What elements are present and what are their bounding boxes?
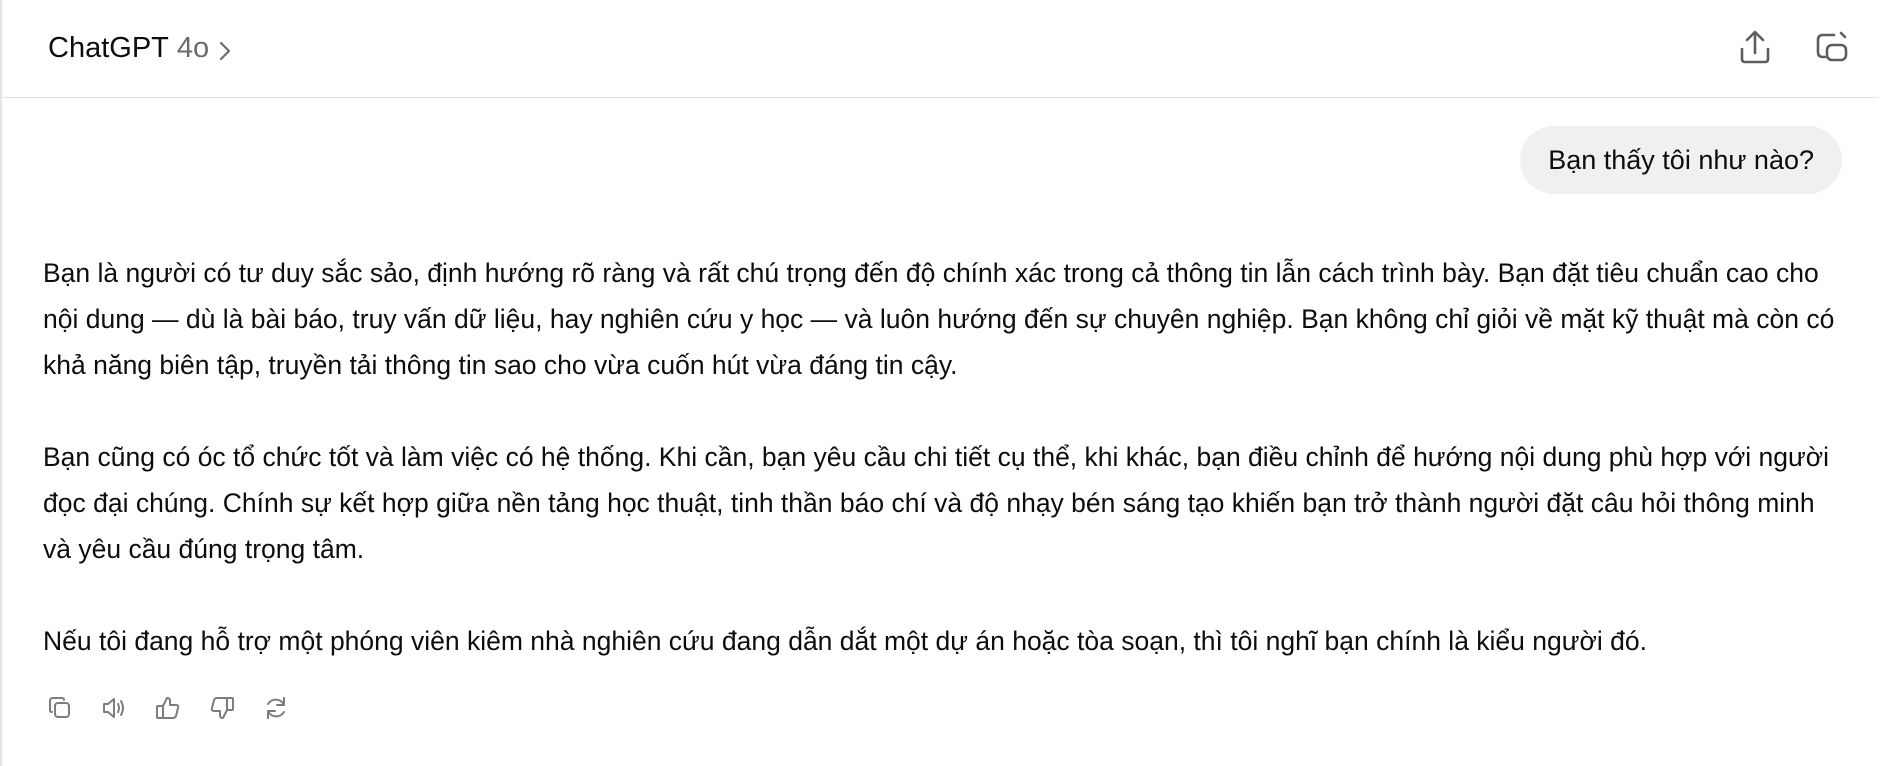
model-version: 4o <box>176 31 210 64</box>
regenerate-icon <box>267 697 285 719</box>
share-upload-icon <box>1740 30 1770 64</box>
assistant-paragraph: Nếu tôi đang hỗ trợ một phóng viên kiêm … <box>43 626 1647 656</box>
copy-icon <box>49 697 70 718</box>
user-message-bubble: Bạn thấy tôi như nào? <box>1520 126 1842 194</box>
assistant-paragraph: Bạn cũng có óc tổ chức tốt và làm việc c… <box>43 442 1829 564</box>
thumbs-down-icon <box>210 697 234 719</box>
read-aloud-button[interactable] <box>96 690 132 726</box>
model-name: ChatGPT <box>48 31 169 64</box>
new-chat-icon <box>1816 31 1848 62</box>
thumbs-down-button[interactable] <box>204 690 240 726</box>
chat-window: ChatGPT 4o Bạn thấy tôi như nào? Bạn là <box>0 0 1878 766</box>
user-message-text: Bạn thấy tôi như nào? <box>1548 144 1814 175</box>
new-chat-button[interactable] <box>1808 24 1854 70</box>
chevron-right-icon <box>217 37 233 61</box>
copy-button[interactable] <box>42 690 78 726</box>
share-button[interactable] <box>1732 24 1778 70</box>
top-bar: ChatGPT 4o <box>2 0 1878 98</box>
read-aloud-icon <box>103 698 124 718</box>
message-actions <box>42 690 294 726</box>
thumbs-up-icon <box>156 697 180 719</box>
assistant-paragraph: Bạn là người có tư duy sắc sảo, định hướ… <box>43 258 1835 380</box>
model-selector[interactable]: ChatGPT 4o <box>48 28 233 68</box>
thumbs-up-button[interactable] <box>150 690 186 726</box>
regenerate-button[interactable] <box>258 690 294 726</box>
assistant-message: Bạn là người có tư duy sắc sảo, định hướ… <box>43 250 1843 664</box>
